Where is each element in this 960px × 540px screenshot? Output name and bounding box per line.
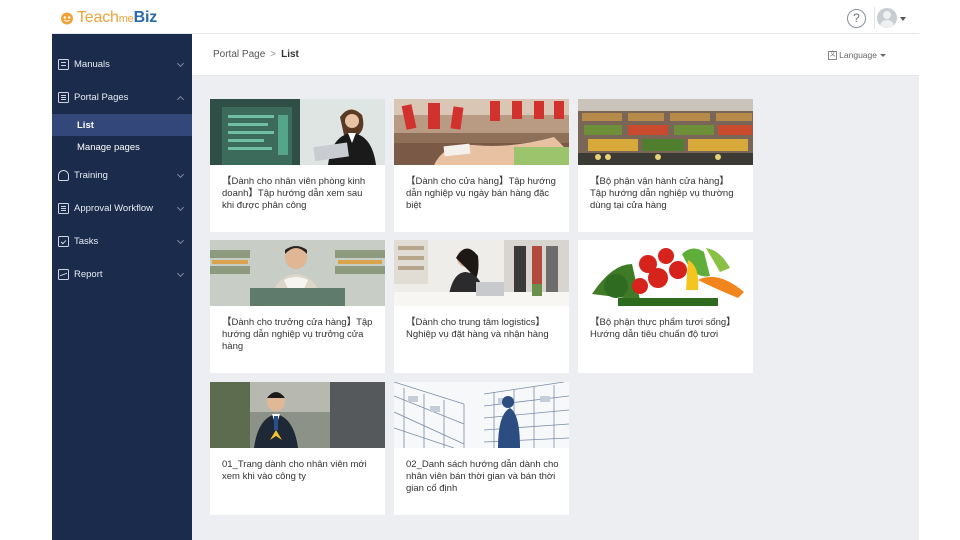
breadcrumb-separator: > [270,49,277,60]
graduation-cap-icon [58,170,69,181]
card-image-new-employee [210,382,385,448]
language-selector[interactable]: 文 Language [828,50,886,60]
card-title: 02_Danh sách hướng dẫn dành cho nhân viê… [406,459,559,495]
card-image-produce-section [578,99,753,165]
teachme-biz-logo[interactable]: TeachmeBiz [60,9,157,27]
header-divider [874,7,875,29]
sidebar-item-report[interactable]: Report [52,258,192,291]
translate-icon: 文 [828,50,838,60]
portal-card[interactable]: 【Dành cho cửa hàng】Tập hướng dẫn nghiệp … [394,99,569,232]
portal-card[interactable]: 【Bộ phận thực phẩm tươi sống】Hướng dẫn t… [578,240,753,373]
sidebar: Manuals Portal Pages List Manage pages T… [52,34,192,540]
sidebar-item-label: Report [74,269,103,280]
sidebar-item-tasks[interactable]: Tasks [52,225,192,258]
avatar-icon [877,8,897,28]
card-title: 【Dành cho trung tâm logistics】Nghiệp vụ … [406,317,549,341]
sidebar-item-manuals[interactable]: Manuals [52,48,192,81]
sidebar-item-approval-workflow[interactable]: Approval Workflow [52,192,192,225]
chevron-down-icon [176,170,185,179]
sidebar-subitem-list[interactable]: List [52,114,192,136]
chart-icon [58,269,69,280]
sidebar-item-label: Tasks [74,236,99,247]
sidebar-subitem-label: List [77,119,94,131]
breadcrumb-root-link[interactable]: Portal Page [213,49,265,60]
caret-down-icon [880,53,886,57]
card-image-sales-woman [210,99,385,165]
language-label: Language [839,50,877,60]
card-title: 【Dành cho trưởng cửa hàng】Tập hướng dẫn … [222,317,373,353]
help-button[interactable]: ? [847,9,866,28]
sidebar-item-label: Manuals [74,59,110,70]
card-image-shelf-illustration [394,382,569,448]
card-title: 【Dành cho cửa hàng】Tập hướng dẫn nghiệp … [406,176,556,212]
breadcrumb: Portal Page > List [213,49,299,60]
card-title: 【Bộ phận thực phẩm tươi sống】Hướng dẫn t… [590,317,736,341]
sidebar-subitem-label: Manage pages [77,141,140,153]
chevron-down-icon [176,269,185,278]
portal-card[interactable]: 【Dành cho trung tâm logistics】Nghiệp vụ … [394,240,569,373]
card-image-price-tags [394,99,569,165]
sidebar-item-label: Portal Pages [74,92,129,103]
document-icon [58,92,69,103]
sidebar-item-label: Approval Workflow [74,203,154,214]
clipboard-icon [58,203,69,214]
top-header: TeachmeBiz ? [52,0,919,34]
card-title: 【Bộ phận vận hành cửa hàng】Tập hướng dẫn… [590,176,734,212]
portal-card[interactable]: 02_Danh sách hướng dẫn dành cho nhân viê… [394,382,569,515]
sidebar-subitem-manage-pages[interactable]: Manage pages [52,136,192,158]
chevron-up-icon [176,95,185,104]
logo-face-icon [61,12,73,25]
portal-card[interactable]: 【Dành cho trưởng cửa hàng】Tập hướng dẫn … [210,240,385,373]
user-menu-button[interactable] [877,8,907,28]
card-title: 【Dành cho nhân viên phòng kinh doanh】Tập… [222,176,366,212]
chevron-down-icon [176,59,185,68]
chevron-down-icon [176,236,185,245]
logo-text: TeachmeBiz [77,9,157,26]
portal-card[interactable]: 【Bộ phận vận hành cửa hàng】Tập hướng dẫn… [578,99,753,232]
portal-card[interactable]: 01_Trang dành cho nhân viên mới xem khi … [210,382,385,515]
app-window: TeachmeBiz ? Manuals Portal Pages List M… [52,0,919,540]
card-image-fresh-vegetables [578,240,753,306]
portal-card[interactable]: 【Dành cho nhân viên phòng kinh doanh】Tập… [210,99,385,232]
sidebar-item-portal-pages[interactable]: Portal Pages [52,81,192,114]
chevron-down-icon [176,203,185,212]
checklist-icon [58,236,69,247]
breadcrumb-bar: Portal Page > List 文 Language [192,34,919,76]
card-title: 01_Trang dành cho nhân viên mới xem khi … [222,459,367,483]
card-image-store-manager [210,240,385,306]
breadcrumb-current: List [281,49,299,60]
caret-down-icon [900,17,906,21]
main-content: Portal Page > List 文 Language 【Dành cho … [192,34,919,540]
book-icon [58,59,69,70]
sidebar-item-label: Training [74,170,108,181]
sidebar-item-training[interactable]: Training [52,159,192,192]
card-image-woman-desk [394,240,569,306]
